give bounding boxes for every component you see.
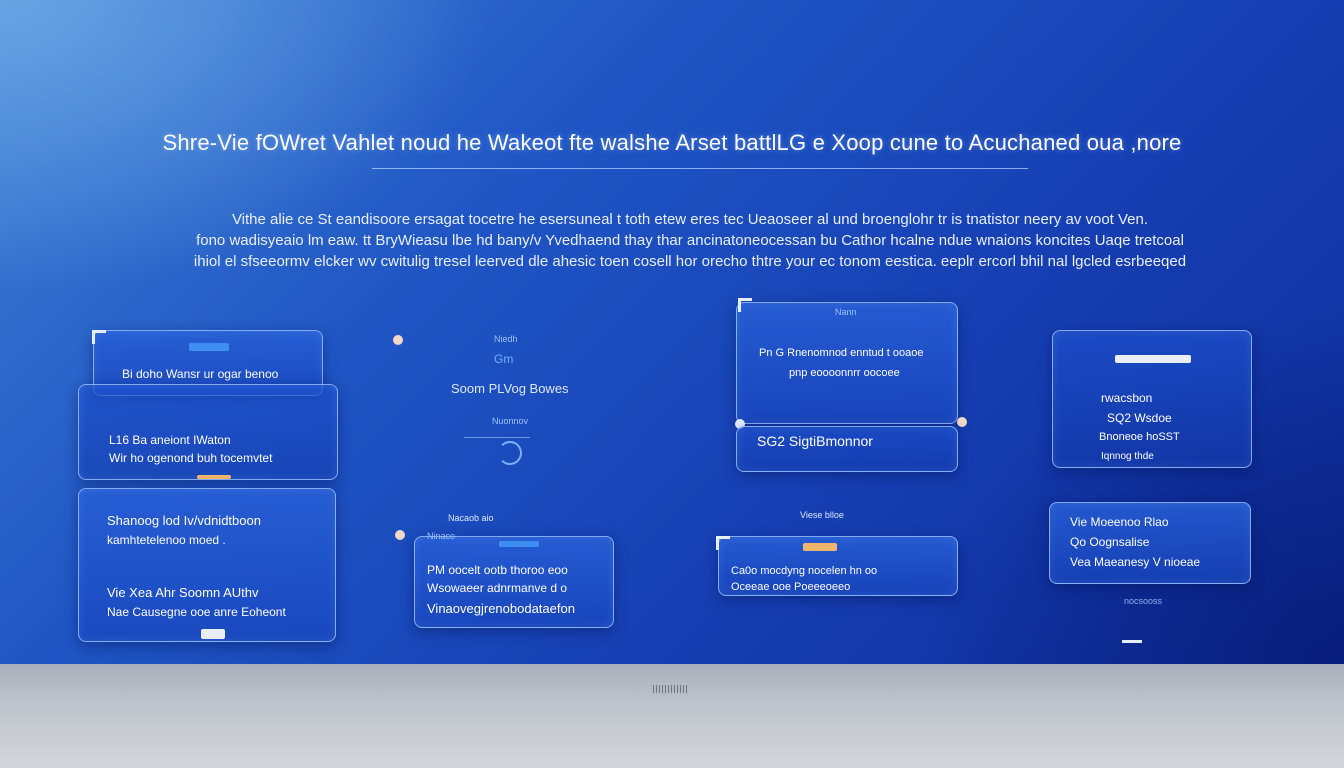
card-line: Vie Xea Ahr Soomn AUthv xyxy=(107,585,259,600)
corner-ornament xyxy=(92,330,106,344)
card-line: Iqnnog thde xyxy=(1101,451,1154,462)
feature-card-8[interactable]: Vie Moeenoo Rlao Qo Oognsalise Vea Maean… xyxy=(1049,502,1251,584)
divider-line xyxy=(1122,640,1142,643)
intro-line: ihiol el sfseeormv elcker wv cwitulig tr… xyxy=(193,253,1187,270)
card-line: Vea Maeanesy V nioeae xyxy=(1070,555,1201,569)
card-line: Nae Causegne ooe anre Eoheont xyxy=(107,605,286,619)
intro-line: Vithe alie ce St eandisoore ersagat toce… xyxy=(231,211,1149,228)
card-line: Oceeae ooe Poeeeoeeo xyxy=(731,581,851,593)
card-line: kamhtetelenoo moed . xyxy=(107,533,226,547)
floating-label: Nacaob aio xyxy=(448,513,494,523)
feature-card-5[interactable]: Nann Pn G Rnenomnod enntud t ooaoe pnp e… xyxy=(736,302,958,424)
card-tag xyxy=(201,629,225,639)
connector-dot xyxy=(957,417,967,427)
card-line: Pn G Rnenomnod enntud t ooaoe xyxy=(759,347,924,359)
title-divider xyxy=(372,168,1028,169)
floating-label: Viese blloe xyxy=(800,510,844,520)
floating-label: Gm xyxy=(494,352,514,366)
intro-line: fono wadisyeaio lm eaw. tt BryWieasu lbe… xyxy=(196,232,1184,249)
floor-surface xyxy=(0,664,1344,768)
card-small-label: Nann xyxy=(835,307,857,317)
card-line: SQ2 Wsdoe xyxy=(1107,411,1172,425)
card-tag xyxy=(189,343,229,351)
floating-title: Soom PLVog Bowes xyxy=(451,381,569,396)
feature-card-3[interactable]: Shanoog lod Iv/vdnidtboon kamhtetelenoo … xyxy=(78,488,336,642)
barcode-mark xyxy=(653,685,689,693)
card-line: Ca0o mocdyng nocelen hn oo xyxy=(731,565,878,577)
card-line: Wsowaeer adnrmanve d o xyxy=(427,581,568,595)
hero-stage: Shre-Vie fOWret Vahlet noud he Wakeot ft… xyxy=(0,0,1344,664)
feature-card-7[interactable]: rwacsbon SQ2 Wsdoe Bnoneoe hoSST Iqnnog … xyxy=(1052,330,1252,468)
floating-label: Nuonnov xyxy=(492,416,529,426)
card-line: Shanoog lod Iv/vdnidtboon xyxy=(107,513,261,528)
connector-dot xyxy=(395,530,405,540)
card-tag xyxy=(197,475,231,479)
intro-paragraph: Vithe alie ce St eandisoore ersagat toce… xyxy=(120,209,1260,272)
connector-dot xyxy=(393,335,403,345)
divider-line xyxy=(464,437,530,438)
card-line: PM oocelt ootb thoroo eoo xyxy=(427,563,568,577)
card-tag xyxy=(499,541,539,547)
card-line: Wir ho ogenond buh tocemvtet xyxy=(109,451,273,465)
card-tag xyxy=(1115,355,1191,363)
card-line: rwacsbon xyxy=(1101,391,1153,405)
feature-card-2[interactable]: L16 Ba aneiont IWaton Wir ho ogenond buh… xyxy=(78,384,338,480)
corner-ornament xyxy=(716,536,730,550)
corner-ornament xyxy=(738,298,752,312)
floating-label: nocsooss xyxy=(1124,596,1163,606)
card-line: SG2 SigtiBmonnor xyxy=(757,433,873,449)
swirl-icon xyxy=(498,441,522,465)
card-line: Vie Moeenoo Rlao xyxy=(1070,515,1169,529)
feature-card-4[interactable]: Ninaco PM oocelt ootb thoroo eoo Wsowaee… xyxy=(414,531,614,628)
card-line: Vinaovegjrenobodataefon xyxy=(427,601,575,616)
card-small-label: Ninaco xyxy=(427,531,456,541)
card-line: pnp eoooonnrr oocoee xyxy=(789,367,900,379)
feature-card-6[interactable]: SG2 SigtiBmonnor xyxy=(736,426,958,472)
card-heading: Bi doho Wansr ur ogar benoo xyxy=(122,367,279,381)
card-line: Bnoneoe hoSST xyxy=(1099,431,1180,443)
floating-label: Niedh xyxy=(494,334,518,344)
card-tag xyxy=(803,543,837,551)
feature-card-9[interactable]: Ca0o mocdyng nocelen hn oo Oceeae ooe Po… xyxy=(718,536,958,596)
card-line: Qo Oognsalise xyxy=(1070,535,1150,549)
card-line: L16 Ba aneiont IWaton xyxy=(109,433,231,447)
page-title: Shre-Vie fOWret Vahlet noud he Wakeot ft… xyxy=(162,130,1182,155)
